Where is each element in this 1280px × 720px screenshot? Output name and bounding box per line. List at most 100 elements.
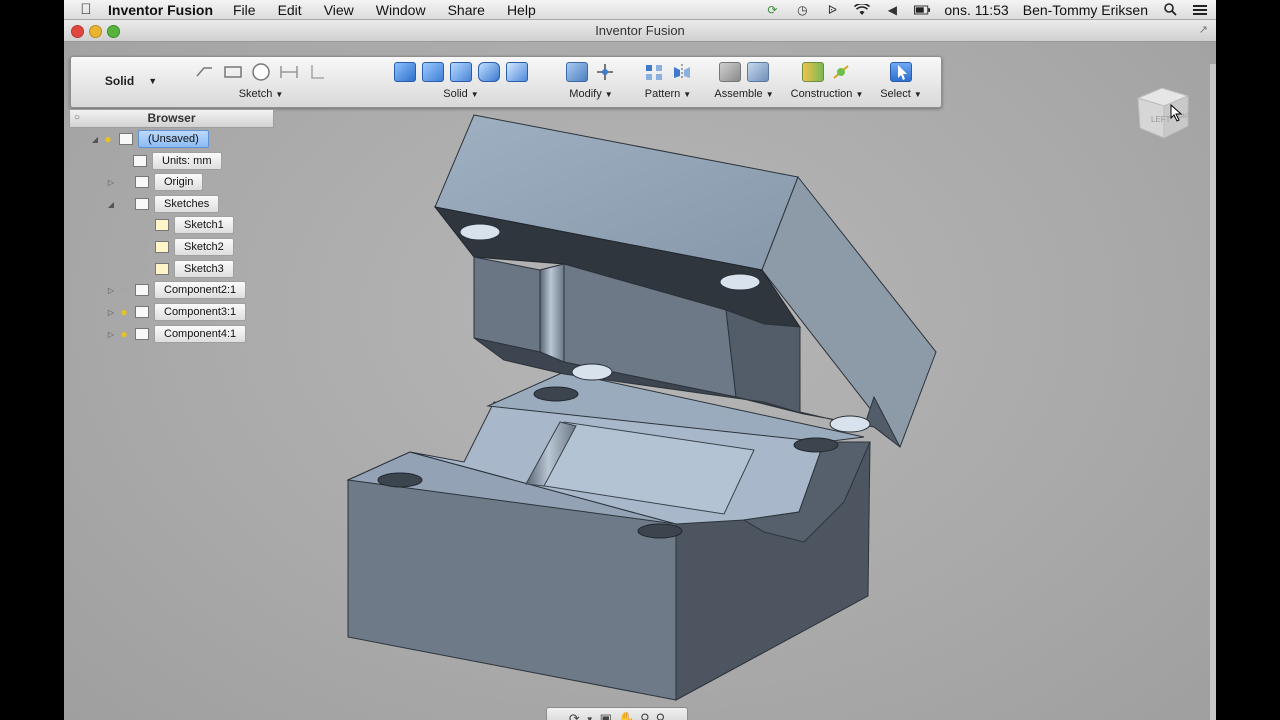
visibility-bulb-icon[interactable]: ○ [137, 240, 151, 254]
menu-user[interactable]: Ben-Tommy Eriksen [1023, 2, 1148, 18]
pattern-group[interactable]: Pattern ▼ [631, 62, 705, 104]
battery-icon[interactable] [914, 3, 931, 17]
browser-header[interactable]: ○ Browser [69, 109, 274, 128]
tree-node-origin[interactable]: ▷ ○ Origin [105, 173, 204, 191]
zoom-fit-icon[interactable]: ⚲ [656, 711, 666, 720]
lower-block-part[interactable] [346, 371, 871, 701]
tree-node-sketch1[interactable]: ○ Sketch1 [137, 216, 234, 234]
rectangle-tool-icon[interactable] [222, 62, 244, 82]
component-icon [135, 328, 149, 340]
chevron-down-icon: ▼ [148, 76, 158, 86]
collapsed-arrow-icon[interactable]: ▷ [105, 308, 117, 317]
menu-file[interactable]: File [233, 2, 256, 18]
visibility-bulb-icon[interactable]: ● [117, 305, 131, 319]
ribbon-toolbar: Solid ▼ Sketch ▼ Solid ▼ Modify ▼ Patter… [70, 56, 942, 108]
3d-viewport[interactable]: Solid ▼ Sketch ▼ Solid ▼ Modify ▼ Patter… [64, 42, 1216, 720]
solid-group[interactable]: Solid ▼ [391, 62, 531, 104]
construction-group[interactable]: Construction ▼ [785, 62, 869, 104]
sketch-group[interactable]: Sketch ▼ [196, 62, 326, 104]
tree-node-component4[interactable]: ▷ ● Component4:1 [105, 325, 247, 343]
box-primitive-icon[interactable] [394, 62, 416, 82]
collapsed-arrow-icon[interactable]: ▷ [105, 178, 117, 187]
sketch-icon [155, 219, 169, 231]
constraint-tool-icon[interactable] [306, 62, 328, 82]
bluetooth-icon[interactable]: ᐉ [824, 3, 840, 17]
visibility-bulb-icon[interactable]: ● [117, 327, 131, 341]
loft-icon[interactable] [506, 62, 528, 82]
browser-panel: ○ Browser ◢ ● (Unsaved) Units: mm ▷ ○ Or… [69, 109, 274, 359]
line-tool-icon[interactable] [194, 62, 216, 82]
circle-tool-icon[interactable] [250, 62, 272, 82]
sweep-icon[interactable] [478, 62, 500, 82]
time-machine-icon[interactable]: ◷ [794, 3, 810, 17]
mate-icon[interactable] [719, 62, 741, 82]
select-group[interactable]: Select ▼ [873, 62, 929, 104]
expanded-arrow-icon[interactable]: ◢ [89, 135, 101, 144]
tree-node-units[interactable]: Units: mm [113, 152, 222, 170]
menu-view[interactable]: View [324, 2, 354, 18]
select-arrow-icon[interactable] [890, 62, 912, 82]
rectangular-pattern-icon[interactable] [643, 62, 665, 82]
visibility-bulb-icon[interactable]: ○ [117, 283, 131, 297]
pan-hand-icon[interactable]: ✋ [618, 711, 634, 720]
visibility-bulb-icon[interactable]: ○ [137, 218, 151, 232]
close-window-button[interactable] [71, 25, 84, 38]
spotlight-search-icon[interactable] [1162, 3, 1178, 17]
visibility-bulb-icon[interactable]: ○ [137, 262, 151, 276]
component-icon [135, 306, 149, 318]
zoom-icon[interactable]: ⚲ [640, 711, 650, 720]
pattern-label: Pattern [644, 88, 681, 100]
expanded-arrow-icon[interactable]: ◢ [105, 200, 117, 209]
visibility-bulb-icon[interactable]: ○ [117, 175, 131, 189]
modify-group[interactable]: Modify ▼ [551, 62, 631, 104]
collapsed-arrow-icon[interactable]: ▷ [105, 330, 117, 339]
window-resize-edge[interactable] [1210, 64, 1216, 720]
work-plane-icon[interactable] [802, 62, 824, 82]
menu-window[interactable]: Window [376, 2, 426, 18]
tree-node-sketch3[interactable]: ○ Sketch3 [137, 260, 234, 278]
menu-help[interactable]: Help [507, 2, 536, 18]
press-pull-icon[interactable] [566, 62, 588, 82]
collapsed-arrow-icon[interactable]: ▷ [105, 286, 117, 295]
tree-label: Component4:1 [154, 325, 247, 343]
folder-icon [135, 198, 149, 210]
mirror-icon[interactable] [671, 62, 693, 82]
apple-icon[interactable]:  [64, 1, 108, 18]
notification-list-icon[interactable] [1192, 3, 1208, 17]
menu-share[interactable]: Share [448, 2, 485, 18]
work-axis-icon[interactable] [830, 62, 852, 82]
tree-label: Sketches [154, 195, 220, 213]
view-cube[interactable]: LEFT FRONT [1132, 82, 1194, 144]
folder-icon [135, 176, 149, 188]
zoom-window-button[interactable] [107, 25, 120, 38]
tree-node-component2[interactable]: ▷ ○ Component2:1 [105, 281, 247, 299]
visibility-bulb-icon[interactable]: ● [101, 132, 115, 146]
align-icon[interactable] [747, 62, 769, 82]
look-at-icon[interactable]: ▣ [600, 711, 612, 720]
move-icon[interactable] [594, 62, 616, 82]
tree-label: (Unsaved) [138, 130, 209, 148]
chevron-down-icon[interactable]: ▼ [586, 715, 594, 720]
fullscreen-icon[interactable]: ↗ [1199, 20, 1208, 41]
workspace-switcher[interactable]: Solid ▼ [77, 63, 185, 99]
orbit-icon[interactable]: ⟳ [569, 711, 580, 720]
minimize-window-button[interactable] [89, 25, 102, 38]
menu-edit[interactable]: Edit [278, 2, 302, 18]
viewcube-left-label[interactable]: LEFT [1151, 115, 1171, 124]
tree-node-sketch2[interactable]: ○ Sketch2 [137, 238, 234, 256]
window-titlebar[interactable]: Inventor Fusion ↗ [64, 20, 1216, 42]
browser-title: Browser [147, 111, 196, 125]
extrude-icon[interactable] [422, 62, 444, 82]
wifi-icon[interactable] [854, 3, 871, 17]
revolve-icon[interactable] [450, 62, 472, 82]
menu-app-name[interactable]: Inventor Fusion [108, 2, 213, 18]
dimension-tool-icon[interactable] [278, 62, 300, 82]
mouse-cursor-icon [1170, 104, 1183, 122]
tree-node-component3[interactable]: ▷ ● Component3:1 [105, 303, 247, 321]
sync-icon[interactable]: ⟳ [764, 3, 780, 17]
volume-icon[interactable]: ◀ [884, 3, 900, 17]
assemble-group[interactable]: Assemble ▼ [711, 62, 777, 104]
tree-node-root[interactable]: ◢ ● (Unsaved) [89, 130, 209, 148]
tree-node-sketches[interactable]: ◢ Sketches [105, 195, 220, 213]
menu-clock[interactable]: ons. 11:53 [944, 2, 1008, 18]
